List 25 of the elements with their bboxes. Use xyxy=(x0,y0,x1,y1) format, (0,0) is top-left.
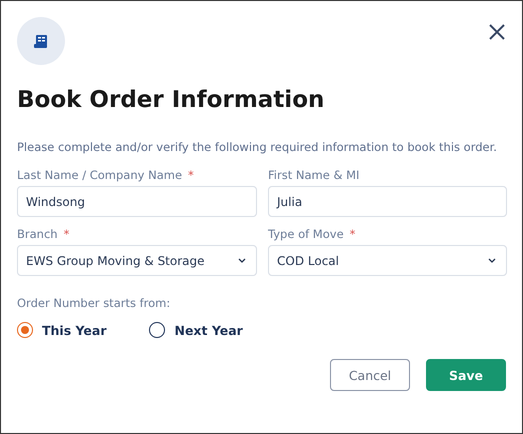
chevron-down-icon xyxy=(238,258,246,263)
cancel-button[interactable]: Cancel xyxy=(330,359,410,391)
required-mark: * xyxy=(64,227,70,241)
order-number-label: Order Number starts from: xyxy=(17,296,172,310)
field-label: Last Name / Company Name xyxy=(17,168,182,182)
radio-option[interactable]: This Year xyxy=(17,322,106,338)
radio-option[interactable]: Next Year xyxy=(149,322,243,338)
dropdown-field[interactable]: EWS Group Moving & Storage xyxy=(17,245,257,276)
input-field[interactable]: Julia xyxy=(268,186,507,217)
instructions-text: Please complete and/or verify the following required information to book this order. xyxy=(17,140,498,154)
input-field[interactable]: Windsong xyxy=(17,186,257,217)
field-label: Type of Move xyxy=(268,227,344,241)
save-button[interactable]: Save xyxy=(426,359,506,391)
required-mark: * xyxy=(188,168,194,182)
document-icon xyxy=(34,34,48,48)
field-label: Branch xyxy=(17,227,58,241)
chevron-down-icon xyxy=(488,258,496,263)
dialog-title: Book Order Information xyxy=(17,87,326,113)
close-icon xyxy=(488,23,506,41)
required-mark: * xyxy=(350,227,356,241)
radio-button[interactable] xyxy=(17,322,33,338)
close-button[interactable] xyxy=(488,23,506,41)
field-label: First Name & MI xyxy=(268,168,360,182)
dropdown-field[interactable]: COD Local xyxy=(268,245,507,276)
radio-button[interactable] xyxy=(149,322,166,338)
